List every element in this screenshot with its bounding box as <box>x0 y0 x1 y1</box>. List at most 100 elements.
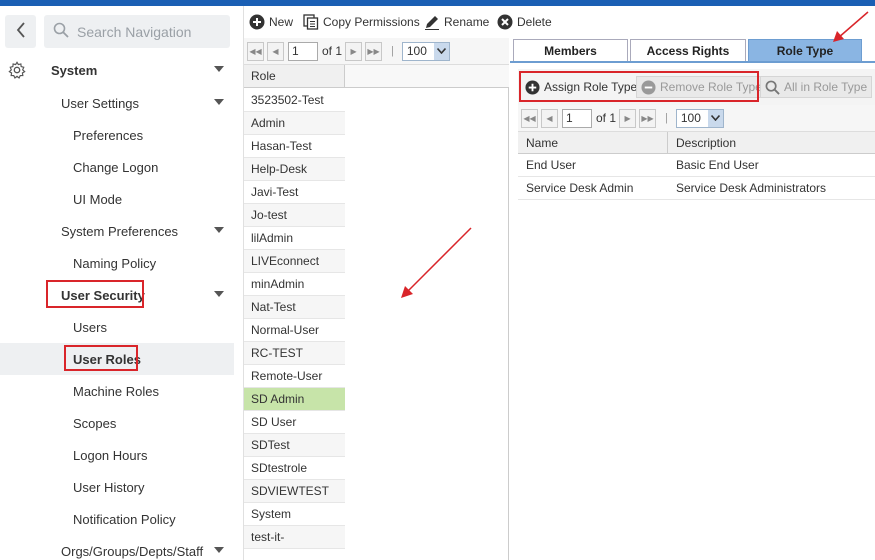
highlight-role-type-actions <box>519 71 759 102</box>
search-navigation[interactable] <box>44 15 230 48</box>
role-type-pager: ◀◀ ◀ 1 of 1 ▶ ▶▶ | 100 <box>518 105 875 132</box>
role-row[interactable]: SDTest <box>244 434 345 457</box>
page-size-select[interactable]: 100 <box>401 41 450 61</box>
highlight-user-roles <box>64 345 138 371</box>
copy-permissions-button[interactable]: Copy Permissions <box>303 13 420 31</box>
plus-circle-icon <box>249 14 265 30</box>
column-header-description[interactable]: Description <box>668 132 875 153</box>
page-number-input[interactable]: 1 <box>288 41 318 61</box>
all-in-role-type-label: All in Role Type <box>784 80 868 94</box>
delete-label: Delete <box>517 15 552 29</box>
table-row[interactable]: Service Desk Admin Service Desk Administ… <box>518 177 875 200</box>
role-row[interactable]: SD User <box>244 411 345 434</box>
nav-item-preferences[interactable]: Preferences <box>0 119 234 151</box>
nav-item-ui-mode[interactable]: UI Mode <box>0 183 234 215</box>
role-row[interactable]: Jo-test <box>244 204 345 227</box>
nav-item-change-logon[interactable]: Change Logon <box>0 151 234 183</box>
role-row[interactable]: SD Admin <box>244 388 345 411</box>
role-row[interactable]: minAdmin <box>244 273 345 296</box>
tab-access-rights[interactable]: Access Rights <box>630 39 746 61</box>
role-row[interactable]: SDtestrole <box>244 457 345 480</box>
next-page-button[interactable]: ▶ <box>619 108 637 128</box>
nav-item-notification-policy[interactable]: Notification Policy <box>0 503 234 535</box>
pager-separator: | <box>665 112 668 124</box>
first-page-button[interactable]: ◀◀ <box>247 41 264 61</box>
role-row[interactable]: test-it- <box>244 526 345 549</box>
page-size-value: 100 <box>406 44 427 58</box>
nav-item-users[interactable]: Users <box>0 311 234 343</box>
caret-down-icon <box>214 227 224 233</box>
nav-item-user-history[interactable]: User History <box>0 471 234 503</box>
header-filler <box>345 65 509 88</box>
annotation-arrow-icon <box>833 11 869 42</box>
main-toolbar: New Copy Permissions Rename Delete <box>244 6 875 38</box>
first-page-button[interactable]: ◀◀ <box>521 108 538 128</box>
nav-item-naming-policy[interactable]: Naming Policy <box>0 247 234 279</box>
caret-down-icon <box>214 547 224 553</box>
nav-label-logon-hours: Logon Hours <box>73 447 148 463</box>
chevron-down-icon <box>433 42 449 60</box>
rename-button[interactable]: Rename <box>424 13 489 31</box>
new-button[interactable]: New <box>249 13 293 31</box>
nav-label-change-logon: Change Logon <box>73 159 159 175</box>
search-input[interactable] <box>77 23 227 40</box>
role-row[interactable]: Normal-User <box>244 319 345 342</box>
cell-name: End User <box>526 158 577 172</box>
last-page-button[interactable]: ▶▶ <box>365 41 383 61</box>
all-in-role-type-button[interactable]: All in Role Type <box>760 76 873 98</box>
page-count-label: of 1 <box>322 44 343 58</box>
caret-down-icon <box>214 291 224 297</box>
gear-icon <box>8 61 26 82</box>
nav-label-naming-policy: Naming Policy <box>73 255 157 271</box>
nav-item-orgs[interactable]: Orgs/Groups/Depts/Staff <box>0 535 234 560</box>
role-type-grid-header: Name Description <box>518 132 875 154</box>
nav-item-system-preferences[interactable]: System Preferences <box>0 215 234 247</box>
tab-members[interactable]: Members <box>513 39 628 61</box>
prev-page-button[interactable]: ◀ <box>541 108 558 128</box>
column-header-name[interactable]: Name <box>518 132 668 153</box>
nav-label-system-preferences: System Preferences <box>61 223 179 239</box>
role-row[interactable]: LIVEconnect <box>244 250 345 273</box>
nav-item-machine-roles[interactable]: Machine Roles <box>0 375 234 407</box>
navigation-panel: System User Settings Preferences Change … <box>0 6 244 560</box>
nav-item-logon-hours[interactable]: Logon Hours <box>0 439 234 471</box>
nav-label-machine-roles: Machine Roles <box>73 383 159 399</box>
nav-label-users: Users <box>73 319 107 335</box>
role-row[interactable]: Help-Desk <box>244 158 345 181</box>
role-row[interactable]: Hasan-Test <box>244 135 345 158</box>
role-row[interactable]: RC-TEST <box>244 342 345 365</box>
nav-label-preferences: Preferences <box>73 127 144 143</box>
nav-item-scopes[interactable]: Scopes <box>0 407 234 439</box>
cell-description: Service Desk Administrators <box>676 181 827 195</box>
nav-item-user-settings[interactable]: User Settings <box>0 87 234 119</box>
last-page-button[interactable]: ▶▶ <box>639 108 657 128</box>
role-row[interactable]: Remote-User <box>244 365 345 388</box>
copy-icon <box>303 14 319 30</box>
pencil-icon <box>424 14 440 30</box>
nav-label-notification-policy: Notification Policy <box>73 511 176 527</box>
role-row[interactable]: System <box>244 503 345 526</box>
prev-page-button[interactable]: ◀ <box>267 41 284 61</box>
rename-label: Rename <box>444 15 490 29</box>
search-icon <box>53 22 69 41</box>
search-icon <box>765 80 780 95</box>
back-button[interactable] <box>5 15 36 48</box>
table-row[interactable]: End User Basic End User <box>518 154 875 177</box>
nav-item-system[interactable]: System <box>0 54 234 86</box>
role-row[interactable]: lilAdmin <box>244 227 345 250</box>
role-row[interactable]: Admin <box>244 112 345 135</box>
copy-permissions-label: Copy Permissions <box>323 15 420 29</box>
role-row[interactable]: 3523502-Test <box>244 89 345 112</box>
cell-description: Basic End User <box>676 158 759 172</box>
caret-down-icon <box>214 99 224 105</box>
next-page-button[interactable]: ▶ <box>345 41 363 61</box>
role-row[interactable]: SDVIEWTEST <box>244 480 345 503</box>
page-size-select[interactable]: 100 <box>675 108 724 128</box>
nav-label-user-history: User History <box>73 479 145 495</box>
page-number-input[interactable]: 1 <box>562 108 592 128</box>
role-row[interactable]: Nat-Test <box>244 296 345 319</box>
role-row[interactable]: Javi-Test <box>244 181 345 204</box>
role-column-header[interactable]: Role <box>244 65 345 88</box>
delete-button[interactable]: Delete <box>497 13 552 31</box>
caret-down-icon <box>214 66 224 72</box>
